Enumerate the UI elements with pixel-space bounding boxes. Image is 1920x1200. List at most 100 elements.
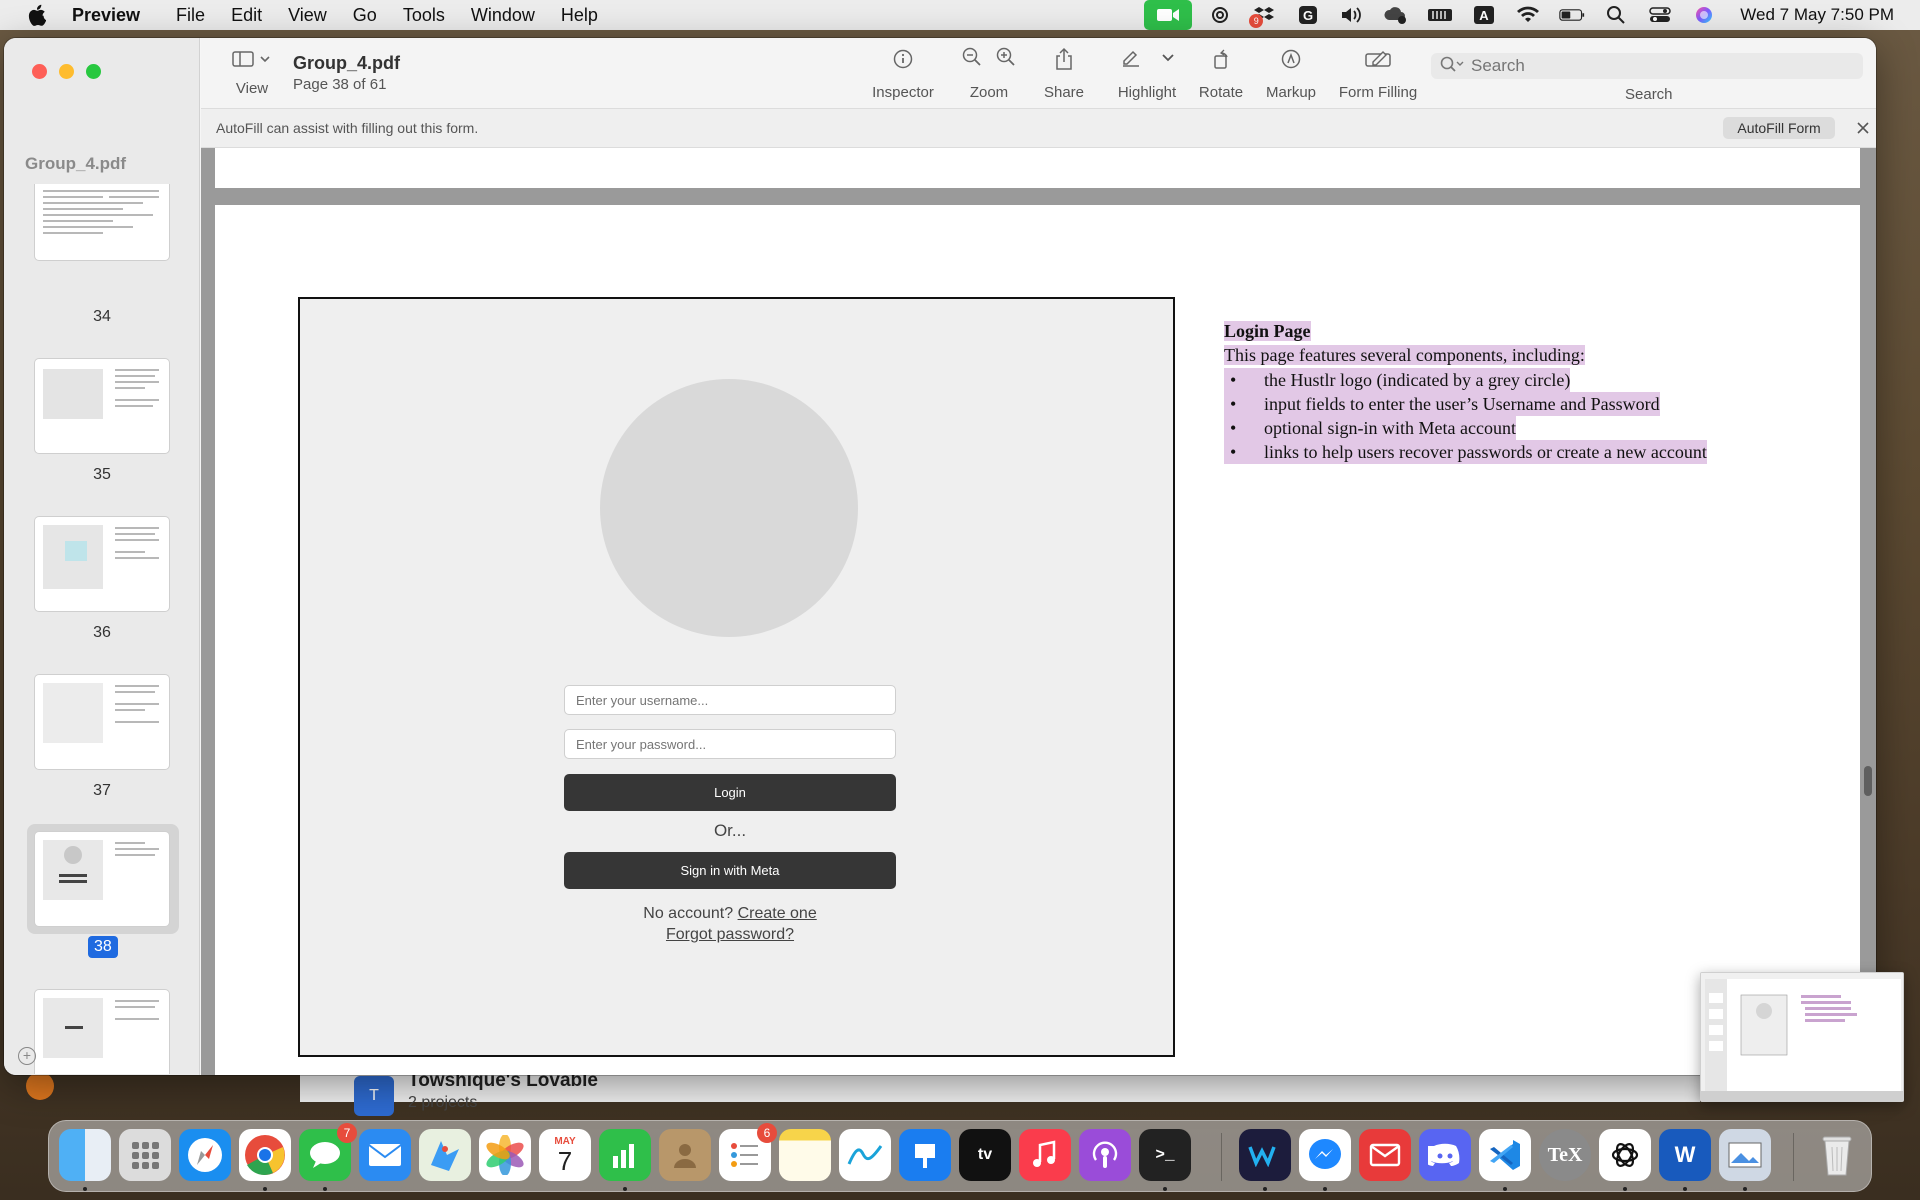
form-filling-label: Form Filling <box>1338 84 1418 101</box>
thumbnail-label: 35 <box>93 466 111 483</box>
chatgpt-icon[interactable] <box>1599 1129 1651 1191</box>
grammarly-status-icon[interactable]: G <box>1295 4 1321 26</box>
sidebar-toggle-icon <box>229 48 275 70</box>
close-window-button[interactable] <box>32 64 47 79</box>
menu-app-name[interactable]: Preview <box>72 5 140 26</box>
openai-status-icon[interactable] <box>1207 4 1233 26</box>
share-button[interactable]: Share <box>1039 46 1089 101</box>
calendar-icon[interactable]: MAY 7 <box>539 1129 591 1181</box>
page-indicator: Page 38 of 61 <box>293 76 387 93</box>
inspector-button[interactable]: Inspector <box>869 46 937 101</box>
facetime-status-icon[interactable] <box>1144 0 1193 30</box>
screenshot-preview-thumbnail[interactable] <box>1700 972 1904 1102</box>
vertical-scrollbar-thumb[interactable] <box>1864 766 1872 796</box>
spotlight-search-icon[interactable] <box>1603 4 1629 26</box>
zoom-window-button[interactable] <box>86 64 101 79</box>
zoom-in-icon[interactable] <box>995 46 1017 73</box>
reminders-icon[interactable]: 6 <box>719 1123 777 1181</box>
autofill-banner: AutoFill can assist with filling out thi… <box>201 108 1876 148</box>
document-canvas[interactable]: Login Or... Sign in with Meta No account… <box>201 148 1876 1075</box>
annotation-text[interactable]: Login Page This page features several co… <box>1224 319 1707 464</box>
thumbnail-list[interactable]: 34 35 36 37 38 <box>4 184 200 1074</box>
keynote-icon[interactable] <box>899 1129 951 1181</box>
thumbnail-label: 34 <box>93 308 111 325</box>
maps-icon[interactable] <box>419 1129 471 1181</box>
volume-icon[interactable] <box>1339 4 1365 26</box>
thumbnail-image <box>35 990 169 1074</box>
menu-window[interactable]: Window <box>471 5 535 26</box>
menu-go[interactable]: Go <box>353 5 377 26</box>
or-divider: Or... <box>713 821 747 840</box>
dropbox-status-icon[interactable]: 9 <box>1249 4 1277 28</box>
siri-icon[interactable] <box>1691 4 1717 26</box>
tex-icon[interactable]: TeX <box>1539 1129 1591 1181</box>
messenger-icon[interactable] <box>1299 1129 1351 1191</box>
close-icon[interactable] <box>1851 117 1875 139</box>
notes-icon[interactable] <box>779 1129 831 1181</box>
rotate-button[interactable]: Rotate <box>1195 46 1247 101</box>
discord-icon[interactable] <box>1419 1129 1471 1181</box>
annotation-bullet-list: • the Hustlr logo (indicated by a grey ci… <box>1224 368 1707 464</box>
zoom-out-icon[interactable] <box>961 46 983 73</box>
bullet-text: the Hustlr logo (indicated by a grey cir… <box>1264 368 1571 392</box>
view-label: View <box>235 80 269 97</box>
minimize-window-button[interactable] <box>59 64 74 79</box>
add-page-icon[interactable]: + <box>18 1047 36 1065</box>
battery-menu-icon[interactable] <box>1427 4 1453 26</box>
dock-separator <box>1221 1133 1222 1181</box>
wifi-icon[interactable] <box>1515 4 1541 26</box>
menu-help[interactable]: Help <box>561 5 598 26</box>
no-account-text: No account? <box>643 905 734 922</box>
menu-edit[interactable]: Edit <box>231 5 262 26</box>
preview-app-icon[interactable] <box>1719 1129 1771 1191</box>
email-client-icon[interactable] <box>1359 1129 1411 1181</box>
podcasts-icon[interactable] <box>1079 1129 1131 1181</box>
menu-view[interactable]: View <box>288 5 327 26</box>
mail-icon[interactable] <box>359 1129 411 1181</box>
document-title[interactable]: Group_4.pdf <box>293 53 400 74</box>
highlight-button[interactable]: Highlight <box>1111 46 1183 101</box>
thumbnail-label-selected: 38 <box>88 936 118 958</box>
search-input[interactable] <box>1471 56 1851 76</box>
menu-file[interactable]: File <box>176 5 205 26</box>
menu-clock[interactable]: Wed 7 May 7:50 PM <box>1740 5 1894 25</box>
dropbox-badge: 9 <box>1249 14 1264 28</box>
control-center-icon[interactable] <box>1647 4 1673 26</box>
apple-tv-icon[interactable]: tv <box>959 1129 1011 1181</box>
toolbar: View Group_4.pdf Page 38 of 61 Inspector… <box>201 38 1876 108</box>
chrome-icon[interactable] <box>239 1129 291 1191</box>
terminal-icon[interactable]: >_ <box>1139 1129 1191 1191</box>
cloud-sync-icon[interactable] <box>1383 4 1409 26</box>
vscode-icon[interactable] <box>1479 1129 1531 1191</box>
contacts-icon[interactable] <box>659 1129 711 1181</box>
chevron-down-icon[interactable] <box>1162 50 1174 68</box>
battery-icon[interactable] <box>1559 4 1585 26</box>
photos-icon[interactable] <box>479 1129 531 1181</box>
markup-button[interactable]: Markup <box>1263 46 1319 101</box>
webex-icon[interactable] <box>1239 1129 1291 1191</box>
search-field[interactable] <box>1431 53 1863 79</box>
messages-icon[interactable]: 7 <box>299 1123 357 1191</box>
finder-icon[interactable] <box>59 1129 111 1191</box>
form-filling-button[interactable]: Form Filling <box>1335 46 1421 101</box>
launchpad-icon[interactable] <box>119 1129 171 1181</box>
list-item: • input fields to enter the user’s Userna… <box>1224 392 1707 416</box>
music-icon[interactable] <box>1019 1129 1071 1181</box>
input-source-icon[interactable]: A <box>1471 4 1497 26</box>
zoom-icons <box>957 46 1021 72</box>
autofill-message: AutoFill can assist with filling out thi… <box>216 120 479 136</box>
word-icon[interactable]: W <box>1659 1129 1711 1191</box>
bullet-text: links to help users recover passwords or… <box>1264 440 1707 464</box>
safari-icon[interactable] <box>179 1129 231 1181</box>
apple-menu-icon[interactable] <box>28 4 48 26</box>
freeform-icon[interactable] <box>839 1129 891 1181</box>
view-button[interactable]: View <box>229 48 275 97</box>
create-account-link: Create one <box>737 905 817 922</box>
autofill-form-button[interactable]: AutoFill Form <box>1723 117 1835 139</box>
menu-tools[interactable]: Tools <box>403 5 445 26</box>
trash-icon[interactable] <box>1811 1129 1863 1181</box>
status-area: 9 G A Wed 7 May 7:50 PM <box>1144 0 1894 30</box>
list-item: • optional sign-in with Meta account <box>1224 416 1707 440</box>
highlighter-icon <box>1120 46 1142 73</box>
numbers-icon[interactable] <box>599 1129 651 1191</box>
